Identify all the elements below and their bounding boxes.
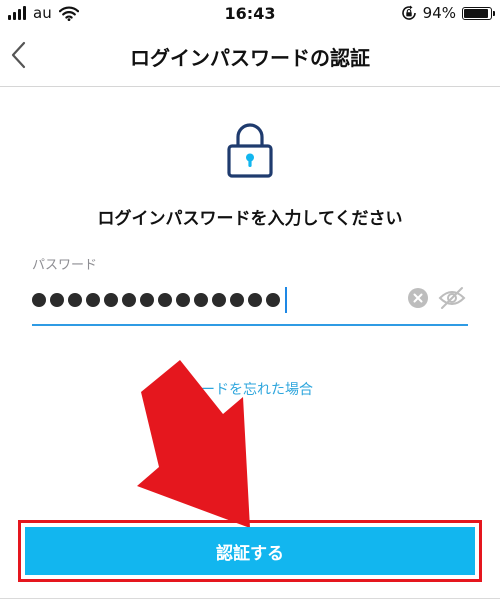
screen: au 16:43 94% ログインパスワードの認証 ログインパスワードを入力して… bbox=[0, 0, 500, 602]
page-title: ログインパスワードの認証 bbox=[130, 46, 370, 70]
password-dot bbox=[104, 293, 118, 307]
nav-bar: ログインパスワードの認証 bbox=[0, 28, 500, 87]
password-dot bbox=[266, 293, 280, 307]
password-dot bbox=[158, 293, 172, 307]
status-bar: au 16:43 94% bbox=[0, 0, 500, 28]
battery-nub bbox=[493, 10, 495, 16]
password-dot bbox=[230, 293, 244, 307]
password-dot bbox=[86, 293, 100, 307]
lock-icon bbox=[227, 123, 273, 178]
eye-off-icon[interactable] bbox=[438, 286, 466, 310]
forgot-password-link[interactable]: ワードを忘れた場合 bbox=[0, 379, 500, 399]
password-input[interactable] bbox=[32, 280, 468, 326]
password-dot bbox=[140, 293, 154, 307]
instruction-text: ログインパスワードを入力してください bbox=[97, 209, 403, 229]
battery-percent: 94% bbox=[422, 4, 456, 22]
password-dot bbox=[50, 293, 64, 307]
clear-icon[interactable] bbox=[408, 288, 428, 308]
password-dot bbox=[32, 293, 46, 307]
authenticate-button[interactable]: 認証する bbox=[25, 527, 475, 575]
password-dots bbox=[32, 287, 287, 313]
password-label: パスワード bbox=[32, 258, 98, 273]
password-dot bbox=[68, 293, 82, 307]
password-dot bbox=[176, 293, 190, 307]
bottom-divider bbox=[0, 598, 500, 599]
status-right: 94% bbox=[401, 4, 495, 22]
password-dot bbox=[194, 293, 208, 307]
battery-icon bbox=[462, 6, 495, 20]
password-dot bbox=[212, 293, 226, 307]
text-caret bbox=[285, 287, 287, 313]
password-dot bbox=[248, 293, 262, 307]
battery-fill bbox=[464, 8, 488, 18]
highlight-frame: 認証する bbox=[18, 520, 482, 582]
rotation-lock-icon bbox=[401, 5, 416, 20]
password-dot bbox=[122, 293, 136, 307]
